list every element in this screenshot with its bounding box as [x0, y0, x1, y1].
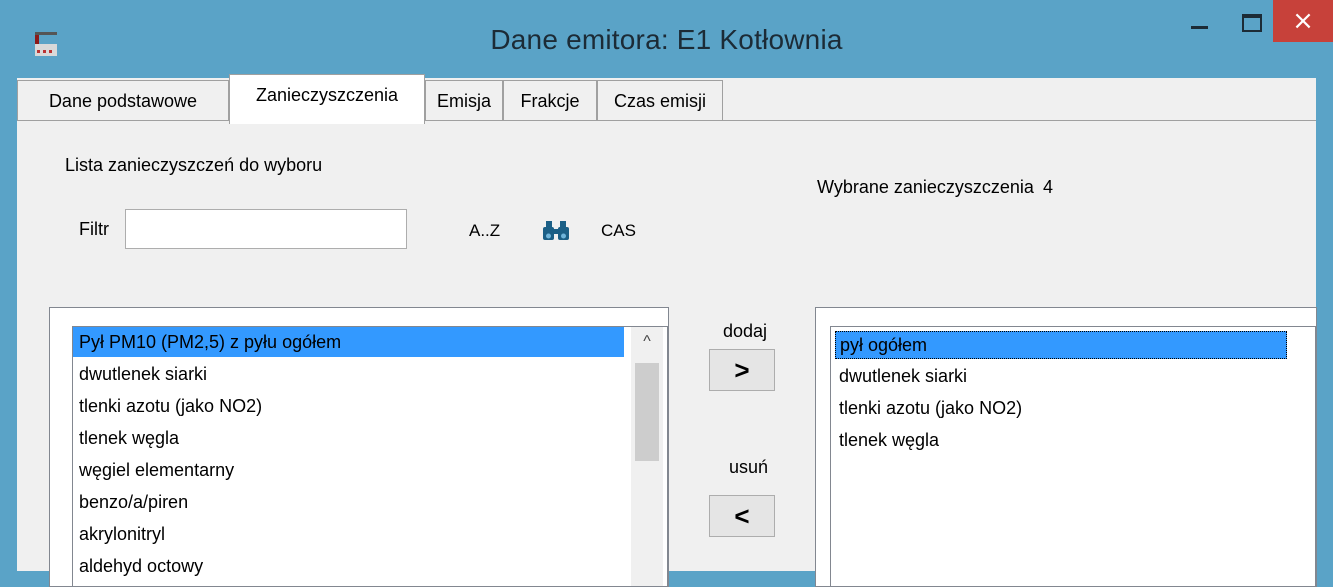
- remove-button[interactable]: <: [709, 495, 775, 537]
- selected-count: 4: [1042, 177, 1053, 197]
- scroll-thumb[interactable]: [635, 363, 659, 461]
- tab-emisja[interactable]: Emisja: [425, 80, 503, 120]
- window-title: Dane emitora: E1 Kotłownia: [490, 24, 843, 55]
- selected-pollutants-list[interactable]: pył ogółem dwutlenek siarki tlenki azotu…: [830, 326, 1316, 586]
- selected-list-heading-text: Wybrane zanieczyszczenia: [817, 177, 1034, 197]
- close-icon: ×: [1292, 6, 1314, 36]
- list-scrollbar[interactable]: ^: [631, 327, 663, 586]
- list-item[interactable]: tlenek węgla: [79, 423, 179, 453]
- sort-az-button[interactable]: A..Z: [469, 221, 500, 241]
- list-item[interactable]: dwutlenek siarki: [79, 359, 207, 389]
- list-item[interactable]: dwutlenek siarki: [839, 361, 967, 391]
- list-item[interactable]: benzo/a/piren: [79, 487, 188, 517]
- add-label: dodaj: [723, 321, 768, 341]
- tab-zanieczyszczenia[interactable]: Zanieczyszczenia: [229, 74, 425, 124]
- close-button[interactable]: ×: [1273, 0, 1333, 42]
- remove-label: usuń: [729, 457, 769, 477]
- available-pollutants-list[interactable]: Pył PM10 (PM2,5) z pyłu ogółem dwutlenek…: [72, 326, 668, 586]
- list-item[interactable]: akrylonitryl: [79, 519, 165, 549]
- filter-input[interactable]: [125, 209, 407, 249]
- window-title-bar[interactable]: Dane emitora: E1 Kotłownia ×: [0, 0, 1333, 90]
- maximize-button[interactable]: [1228, 0, 1274, 48]
- selected-list-heading: Wybrane zanieczyszczenia 4: [817, 177, 1053, 198]
- available-list-heading: Lista zanieczyszczeń do wyboru: [65, 155, 323, 175]
- list-item[interactable]: Pył PM10 (PM2,5) z pyłu ogółem: [73, 327, 624, 357]
- list-item[interactable]: aldehyd octowy: [79, 551, 203, 581]
- selected-list-outer: pył ogółem dwutlenek siarki tlenki azotu…: [815, 307, 1317, 587]
- add-button[interactable]: >: [709, 349, 775, 391]
- tab-czas-emisji[interactable]: Czas emisji: [597, 80, 723, 120]
- binoculars-icon[interactable]: [543, 221, 569, 241]
- scroll-up-icon[interactable]: ^: [631, 327, 663, 357]
- tab-strip: Dane podstawowe Zanieczyszczenia Emisja …: [17, 74, 1316, 124]
- list-item[interactable]: tlenek węgla: [839, 425, 939, 455]
- list-item[interactable]: pył ogółem: [835, 331, 1287, 359]
- tab-frakcje[interactable]: Frakcje: [503, 80, 597, 120]
- tab-panel-zanieczyszczenia: Lista zanieczyszczeń do wyboru Filtr A..…: [17, 120, 1317, 587]
- list-item[interactable]: tlenki azotu (jako NO2): [839, 393, 1022, 423]
- minimize-button[interactable]: [1180, 0, 1226, 48]
- sort-cas-button[interactable]: CAS: [601, 221, 636, 241]
- dialog-client: Dane podstawowe Zanieczyszczenia Emisja …: [17, 74, 1317, 587]
- available-list-outer: Pył PM10 (PM2,5) z pyłu ogółem dwutlenek…: [49, 307, 669, 587]
- list-item[interactable]: tlenki azotu (jako NO2): [79, 391, 262, 421]
- filter-label: Filtr: [79, 219, 109, 239]
- tab-dane-podstawowe[interactable]: Dane podstawowe: [17, 80, 229, 120]
- list-item[interactable]: węgiel elementarny: [79, 455, 234, 485]
